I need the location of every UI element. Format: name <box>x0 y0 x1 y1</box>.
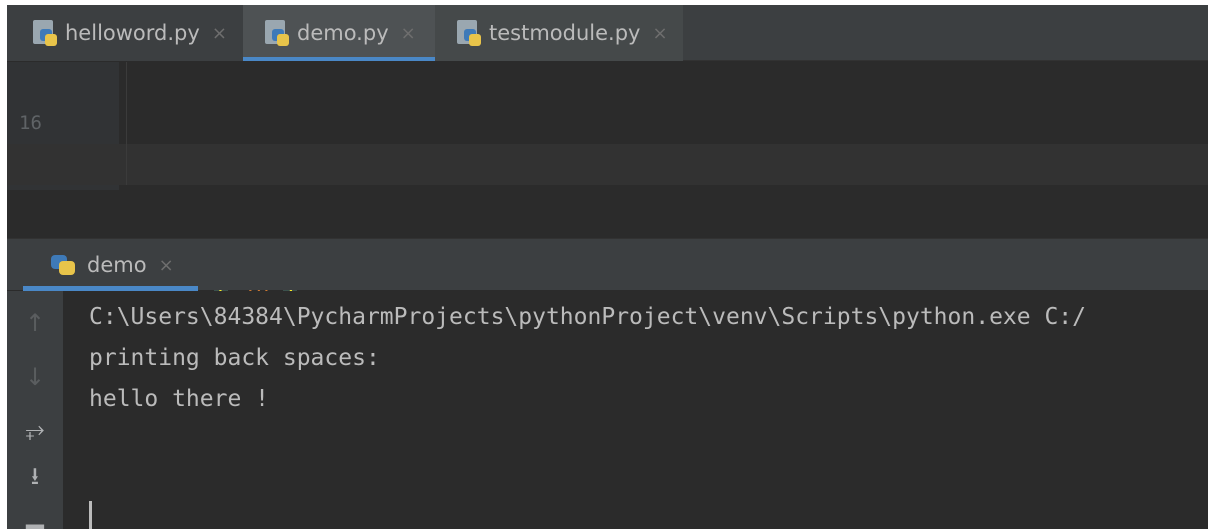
tab-demo-py[interactable]: demo.py × <box>243 5 435 61</box>
arrow-up-icon[interactable]: ↑ <box>19 307 51 339</box>
close-icon[interactable]: × <box>212 23 227 44</box>
indent-guide <box>126 62 127 103</box>
console-line: printing back spaces: <box>89 345 380 371</box>
print-icon[interactable]: ▬ <box>19 511 51 529</box>
close-icon[interactable]: × <box>401 23 416 44</box>
console-output[interactable]: C:\Users\84384\PycharmProjects\pythonPro… <box>63 291 1208 529</box>
python-file-icon <box>455 20 481 46</box>
tab-label: helloword.py <box>65 21 200 45</box>
indent-guide <box>126 103 127 144</box>
python-file-icon <box>263 20 289 46</box>
close-icon[interactable]: × <box>652 23 667 44</box>
code-line[interactable]: 17 print ("hello world\b\b\b\b\bthere !"… <box>7 103 1208 259</box>
console-line: C:\Users\84384\PycharmProjects\pythonPro… <box>89 304 1086 330</box>
run-toolbar: ↑ ↓ ⥅ ⭳ ▬ <box>7 291 63 529</box>
run-tab-label: demo <box>87 253 147 277</box>
python-icon <box>49 253 77 277</box>
editor-empty-area <box>7 190 1208 238</box>
text-caret <box>89 501 92 529</box>
soft-wrap-icon[interactable]: ⥅ <box>19 413 51 445</box>
console-line: hello there ! <box>89 386 270 412</box>
code-line-current[interactable]: 18 print ('\n') <box>7 144 1208 300</box>
code-editor[interactable]: 16 print ("printing back spaces:") 17 pr… <box>7 62 1208 300</box>
code-line[interactable]: 16 print ("printing back spaces:") <box>7 62 1208 218</box>
close-icon[interactable]: × <box>159 255 174 276</box>
tab-label: testmodule.py <box>489 21 641 45</box>
run-tab-demo[interactable]: demo × <box>23 239 198 291</box>
ide-window: helloword.py × demo.py × testmodule.py ×… <box>7 5 1208 529</box>
python-file-icon <box>31 20 57 46</box>
scroll-to-end-icon[interactable]: ⭳ <box>19 462 51 495</box>
tab-label: demo.py <box>297 21 389 45</box>
tab-testmodule-py[interactable]: testmodule.py × <box>435 5 683 61</box>
arrow-down-icon[interactable]: ↓ <box>19 361 51 393</box>
tab-helloword-py[interactable]: helloword.py × <box>7 5 243 61</box>
editor-tab-bar: helloword.py × demo.py × testmodule.py × <box>7 5 1208 61</box>
indent-guide <box>126 144 127 185</box>
run-tool-window-header: demo × <box>7 238 1208 291</box>
